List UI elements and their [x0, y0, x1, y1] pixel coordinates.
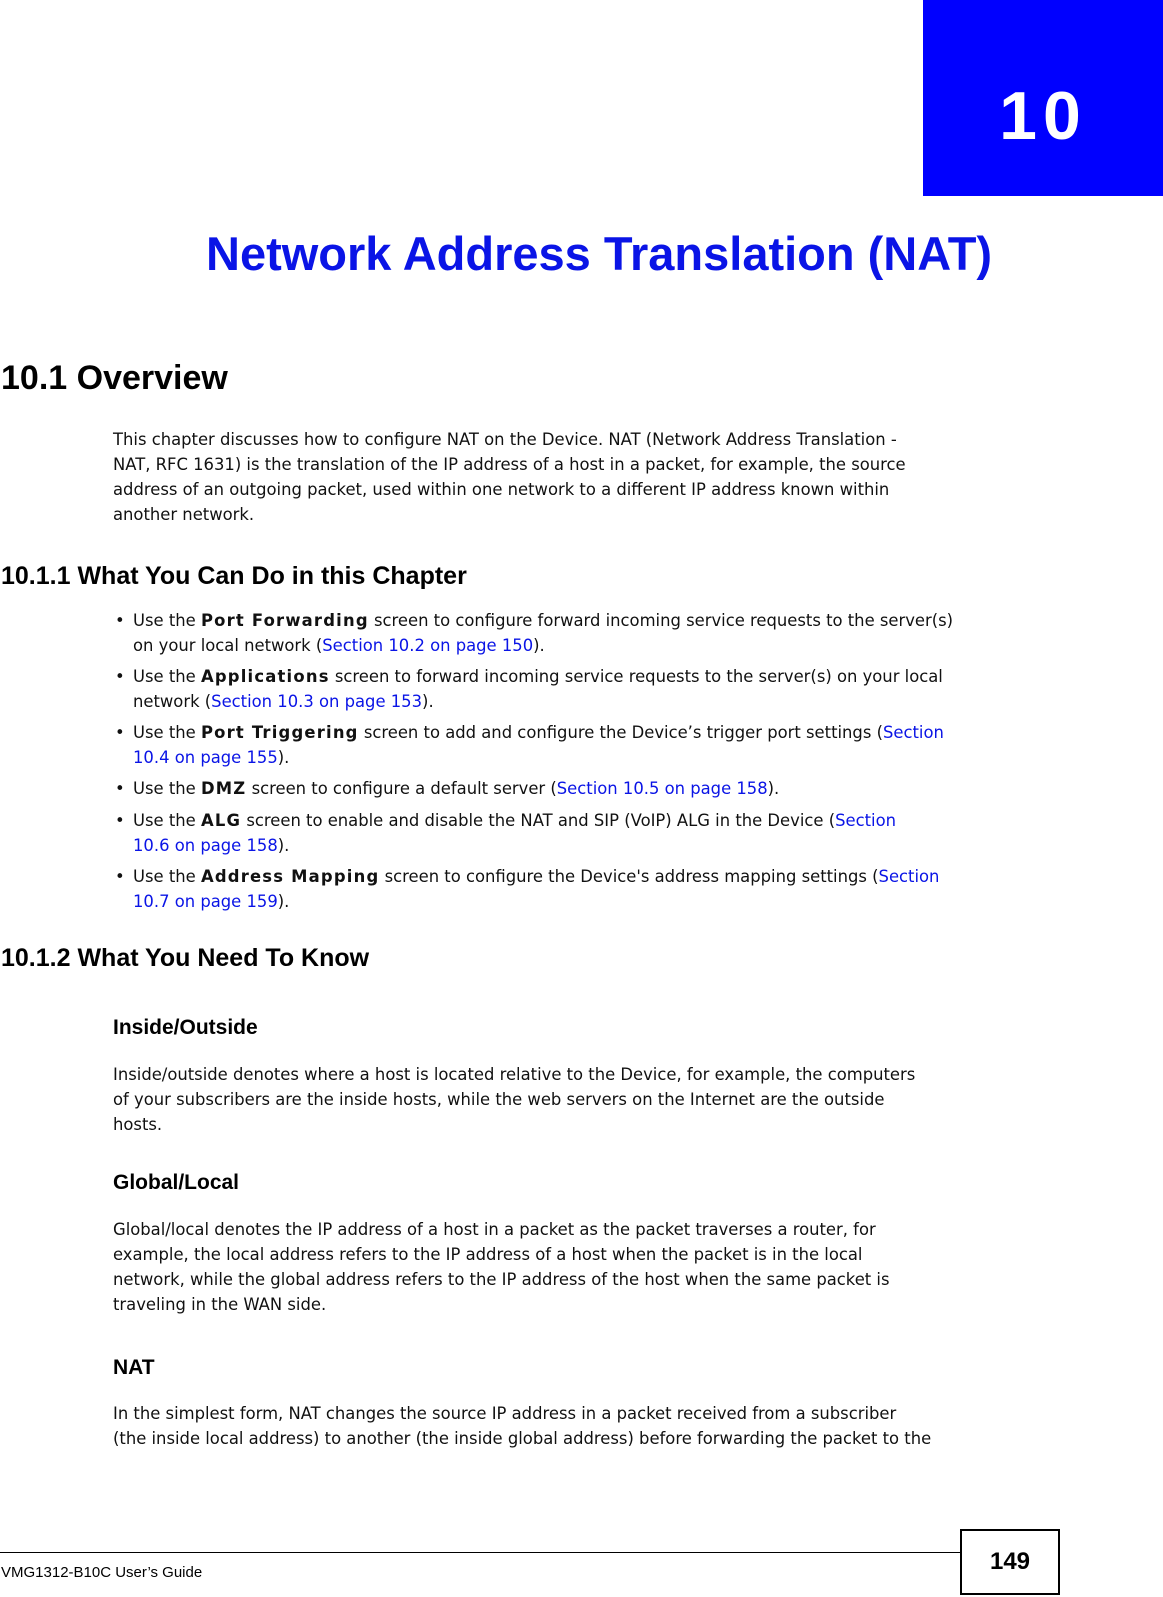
bullet-icon: •: [115, 811, 125, 830]
section-link[interactable]: Section 10.5 on page 158: [557, 779, 768, 798]
text: on your local network (: [133, 636, 323, 655]
paragraph-nat: In the simplest form, NAT changes the so…: [113, 1401, 1043, 1451]
text-line: This chapter discusses how to configure …: [113, 430, 897, 449]
text: ).: [533, 636, 545, 655]
screen-name: Address Mapping: [200, 867, 380, 886]
overview-paragraph: This chapter discusses how to configure …: [113, 427, 1043, 527]
text: Use the: [133, 611, 201, 630]
section-link[interactable]: 10.6 on page 158: [133, 836, 278, 855]
section-link[interactable]: Section 10.3 on page 153: [211, 692, 422, 711]
section-link[interactable]: Section: [883, 723, 944, 742]
bullet-icon: •: [115, 667, 125, 686]
section-link[interactable]: 10.7 on page 159: [133, 892, 278, 911]
footer-divider: [0, 1552, 962, 1553]
bullet-icon: •: [115, 611, 125, 630]
text: screen to configure forward incoming ser…: [368, 611, 954, 630]
screen-name: ALG: [200, 811, 242, 830]
screen-name: DMZ: [200, 779, 247, 798]
text-line: Global/local denotes the IP address of a…: [113, 1220, 876, 1239]
paragraph-global-local: Global/local denotes the IP address of a…: [113, 1217, 1043, 1317]
text: Use the: [133, 811, 201, 830]
text-line: network, while the global address refers…: [113, 1270, 890, 1289]
text: Use the: [133, 667, 201, 686]
text: Use the: [133, 779, 201, 798]
text-line: NAT, RFC 1631) is the translation of the…: [113, 455, 906, 474]
section-heading-overview: 10.1 Overview: [1, 359, 228, 397]
text: ).: [277, 892, 290, 911]
text: screen to enable and disable the NAT and…: [241, 811, 836, 830]
footer-guide-title: VMG1312-B10C User’s Guide: [1, 1564, 203, 1581]
text: ).: [767, 779, 780, 798]
text: ).: [277, 748, 290, 767]
chapter-title: Network Address Translation (NAT): [206, 227, 993, 280]
section-heading-what-you-can-do: 10.1.1 What You Can Do in this Chapter: [1, 562, 467, 590]
screen-name: Port Forwarding: [200, 611, 369, 630]
text: screen to add and configure the Device’s…: [358, 723, 883, 742]
bullet-icon: •: [115, 779, 125, 798]
section-link[interactable]: Section: [835, 811, 896, 830]
bullet-icon: •: [115, 723, 125, 742]
section-link[interactable]: Section: [879, 867, 940, 886]
text-line: another network.: [113, 505, 255, 524]
text-line: hosts.: [113, 1115, 163, 1134]
text-line: example, the local address refers to the…: [113, 1245, 863, 1264]
text: ).: [422, 692, 434, 711]
section-link[interactable]: Section 10.2 on page 150: [322, 636, 533, 655]
text: Use the: [133, 867, 201, 886]
chapter-number: 10: [999, 78, 1087, 154]
screen-name: Port Triggering: [200, 723, 359, 742]
text: screen to configure a default server (: [246, 779, 557, 798]
subheading-global-local: Global/Local: [113, 1171, 240, 1194]
section-link[interactable]: 10.4 on page 155: [133, 748, 278, 767]
paragraph-inside-outside: Inside/outside denotes where a host is l…: [113, 1062, 1043, 1137]
text: screen to configure the Device's address…: [379, 867, 879, 886]
text: Use the: [133, 723, 201, 742]
screen-name: Applications: [200, 667, 330, 686]
text: network (: [133, 692, 212, 711]
text: ).: [277, 836, 290, 855]
subheading-nat: NAT: [113, 1356, 155, 1379]
subheading-inside-outside: Inside/Outside: [113, 1016, 258, 1039]
page-number: 149: [960, 1529, 1060, 1595]
bullet-icon: •: [115, 867, 125, 886]
text: screen to forward incoming service reque…: [329, 667, 943, 686]
chapter-number-tab: 10: [923, 0, 1163, 196]
text-line: In the simplest form, NAT changes the so…: [113, 1404, 897, 1423]
text-line: of your subscribers are the inside hosts…: [113, 1090, 885, 1109]
text-line: address of an outgoing packet, used with…: [113, 480, 890, 499]
text-line: traveling in the WAN side.: [113, 1295, 327, 1314]
text-line: (the inside local address) to another (t…: [113, 1429, 932, 1448]
text-line: Inside/outside denotes where a host is l…: [113, 1065, 916, 1084]
section-heading-what-you-need-to-know: 10.1.2 What You Need To Know: [1, 944, 370, 972]
